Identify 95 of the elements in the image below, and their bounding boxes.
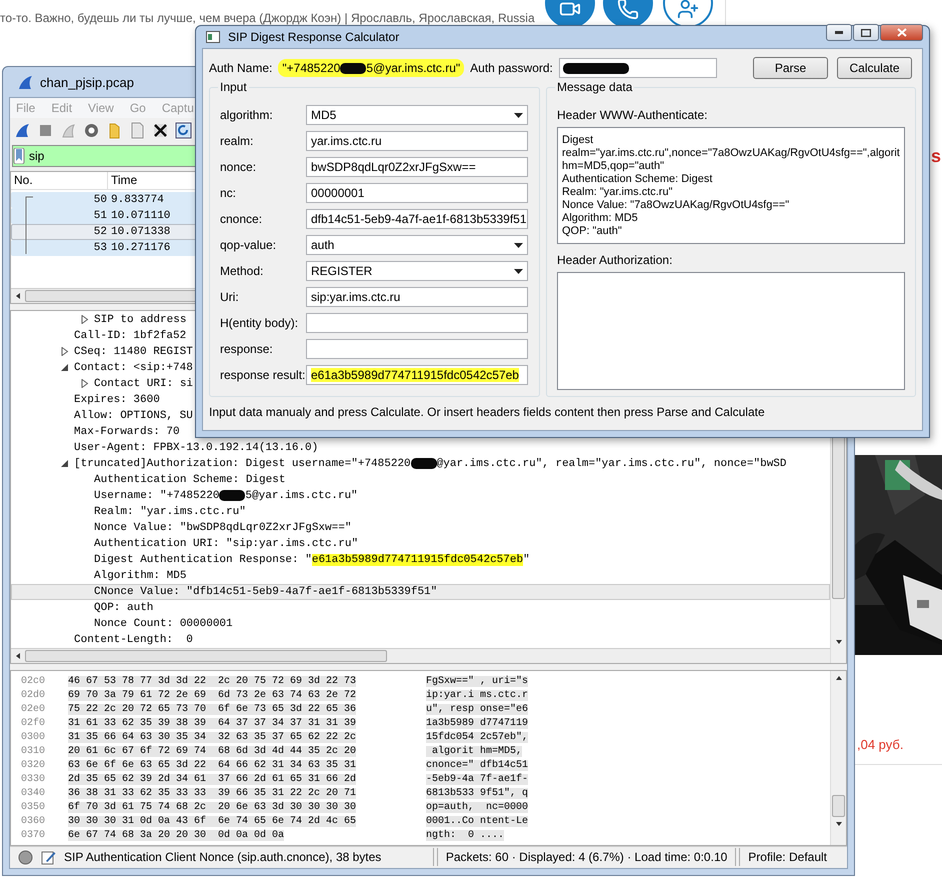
hex-offset: 02c0 [21, 676, 46, 687]
hex-offset: 0320 [21, 760, 46, 771]
hex-bytes: 31 61 33 62 35 39 38 39 64 37 37 34 37 31 31 39 [68, 718, 356, 729]
tree-text: @yar.ims.ctc.ru", realm="yar.ims.ctc.ru", nonce="bwSD [436, 458, 787, 470]
hex-offset: 0300 [21, 732, 46, 743]
tree-text: [truncated]Authorization: Digest username="+7485220 [74, 458, 411, 470]
hex-bytes: 69 70 3a 79 61 72 2e 69 6d 73 2e 63 74 63 2e 72 [68, 690, 356, 701]
packet-number: 51 [92, 210, 108, 222]
tree-text: QOP: auth [94, 602, 154, 614]
hex-offset: 0330 [21, 774, 46, 785]
hex-bytes: 46 67 53 78 77 3d 3d 22 2c 20 75 72 69 3d 22 73 [68, 676, 356, 687]
hex-ascii: algorit hm=MD5, [426, 746, 522, 757]
group-title: Input [218, 80, 249, 94]
hex-bytes: 6e 67 74 68 3a 20 20 30 0d 0a 0d 0a [68, 830, 284, 841]
hex-offset: 02e0 [21, 704, 46, 715]
packet-time: 10.071338 [111, 226, 170, 238]
window-title: chan_pjsip.pcap [40, 74, 134, 90]
tree-text: Contact: <sip:+748 [74, 362, 193, 374]
tree-text: CNonce Value: "dfb14c51-5eb9-4a7f-ae1f-6813b5339f51" [94, 586, 438, 598]
field-label: nc: [220, 186, 238, 200]
hex-ascii: 6813b533 9f51", q [426, 788, 528, 799]
hex-bytes: 31 35 66 64 63 30 35 34 32 63 35 37 65 62 22 2c [68, 732, 356, 743]
field-label: Header WWW-Authenticate: [557, 108, 708, 122]
tree-text: Call-ID: 1bf2fa52 [74, 330, 186, 342]
auth-name-label: Auth Name: [209, 61, 272, 75]
tree-text: Digest Authentication Response: " [94, 554, 312, 566]
page-headline: то-то. Важно, будешь ли ты лучше, чем вчера (Джордж Коэн) | Ярославль, Ярославская, Russia [0, 11, 535, 25]
tree-text: Authentication Scheme: Digest [94, 474, 286, 486]
tree-text: Expires: 3600 [74, 394, 160, 406]
tree-text: " [523, 554, 530, 566]
hex-bytes: 6f 70 3d 61 75 74 68 2c 20 6e 63 3d 30 30 30 30 [68, 802, 356, 813]
highlighted-text: e61a3b5989d774711915fdc0542c57eb [312, 554, 524, 566]
hex-bytes: 2d 35 65 62 39 2d 34 61 37 66 2d 61 65 31 66 2d [68, 774, 356, 785]
field-label: response: [220, 342, 274, 356]
price-text: ,04 руб. [857, 737, 904, 752]
field-label: realm: [220, 134, 254, 148]
hex-offset: 0360 [21, 816, 46, 827]
tree-text: Contact URI: si [94, 378, 194, 390]
field-label: Method: [220, 264, 264, 278]
tree-text: Realm: "yar.ims.ctc.ru" [94, 506, 246, 518]
hex-offset: 0350 [21, 802, 46, 813]
hex-ascii: ngth: 0 .... [426, 830, 504, 841]
field-label: qop-value: [220, 238, 278, 252]
tree-text: CSeq: 11480 REGIST [74, 346, 193, 358]
page-text-fragment: s [931, 146, 942, 167]
hex-bytes: 30 30 30 31 0d 0a 43 6f 6e 74 65 6e 74 2d 4c 65 [68, 816, 356, 827]
field-label: response result: [220, 368, 306, 382]
packet-time: 10.271176 [111, 242, 170, 254]
tree-text: Content-Length: 0 [74, 634, 193, 646]
field-info-text: SIP Authentication Client Nonce (sip.auth.cnonce), 38 bytes [64, 850, 382, 864]
hex-ascii: 15fdc054 2c57eb", [426, 732, 528, 743]
window-title: SIP Digest Response Calculator [228, 30, 400, 44]
auth-password-label: Auth password: [470, 61, 553, 75]
hex-ascii: -5eb9-4a 7f-ae1f- [426, 774, 528, 785]
packet-number: 52 [92, 226, 108, 238]
field-label: nonce: [220, 160, 258, 174]
auth-name-text: "+7485220 [282, 61, 340, 75]
hex-offset: 0340 [21, 788, 46, 799]
packet-time: 10.071110 [111, 210, 170, 222]
group-title: Message data [555, 80, 634, 94]
tree-text: Nonce Count: 00000001 [94, 618, 233, 630]
field-label: Uri: [220, 290, 240, 304]
field-label: cnonce: [220, 212, 264, 226]
packet-number: 50 [92, 194, 108, 206]
tree-text: 5@yar.ims.ctc.ru" [245, 490, 358, 502]
tree-text: SIP to address [94, 314, 186, 326]
packet-time: 9.833774 [111, 194, 164, 206]
hex-bytes: 63 6e 6f 6e 63 65 3d 22 64 66 62 31 34 63 35 31 [68, 760, 356, 771]
hex-ascii: 1a3b5989 d7747119 [426, 718, 528, 729]
tree-text: Username: "+7485220 [94, 490, 220, 502]
hex-bytes: 36 38 31 33 62 35 33 33 39 66 35 31 22 2c 20 71 [68, 788, 356, 799]
hex-offset: 0310 [21, 746, 46, 757]
field-label: H(entity body): [220, 316, 300, 330]
hex-offset: 0370 [21, 830, 46, 841]
hex-bytes: 20 61 6c 67 6f 72 69 74 68 6d 3d 4d 44 35 2c 20 [68, 746, 356, 757]
auth-name-text: 5@yar.ims.ctc.ru" [366, 61, 460, 75]
hex-offset: 02d0 [21, 690, 46, 701]
tree-text: Algorithm: MD5 [94, 570, 186, 582]
hex-ascii: FgSxw==" , uri="s [426, 676, 528, 687]
hex-ascii: op=auth, nc=0000 [426, 802, 528, 813]
hex-offset: 02f0 [21, 718, 46, 729]
hex-ascii: u", resp onse="e6 [426, 704, 528, 715]
hint-text: Input data manualy and press Calculate. Or insert headers fields content then press Parse and Calculate [209, 405, 766, 419]
tree-text: User-Agent: FPBX-13.0.192.14(13.16.0) [74, 442, 318, 454]
tree-text: Max-Forwards: 70 [74, 426, 180, 438]
hex-ascii: ip:yar.i ms.ctc.r [426, 690, 528, 701]
packet-counts-text: Packets: 60 · Displayed: 4 (6.7%) · Load time: 0:0.10 [446, 850, 728, 864]
hex-bytes: 75 22 2c 20 72 65 73 70 6f 6e 73 65 3d 22 65 36 [68, 704, 356, 715]
hex-ascii: 0001..Co ntent-Le [426, 816, 528, 827]
field-label: algorithm: [220, 108, 274, 122]
tree-text: Nonce Value: "bwSDP8qdLqr0Z2xrJFgSxw==" [94, 522, 352, 534]
tree-text: Authentication URI: "sip:yar.ims.ctc.ru" [94, 538, 358, 550]
packet-number: 53 [92, 242, 108, 254]
hex-ascii: cnonce=" dfb14c51 [426, 760, 528, 771]
field-label: Header Authorization: [557, 253, 674, 267]
